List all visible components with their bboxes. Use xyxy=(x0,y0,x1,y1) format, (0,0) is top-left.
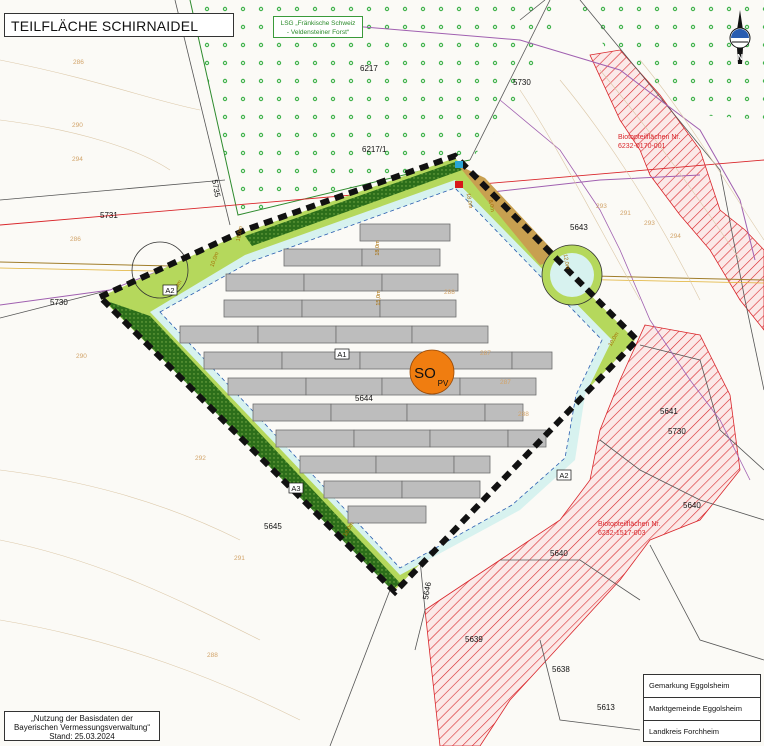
legend-landkreis: Landkreis Forchheim xyxy=(649,727,720,736)
contour-label: 293 xyxy=(596,203,607,210)
biotope-label-south-2: 6232-1517-003 xyxy=(598,530,646,537)
north-arrow-icon: N xyxy=(729,10,751,64)
contour-label: 290 xyxy=(76,353,87,360)
pv-panel xyxy=(361,248,441,267)
pv-panel xyxy=(223,299,303,318)
pv-panel xyxy=(330,403,408,422)
pv-panel xyxy=(359,223,451,242)
contour-label: 287 xyxy=(480,350,491,357)
lsg-line-1: LSG „Fränkische Schweiz xyxy=(280,20,356,27)
parcel-number: 6217/1 xyxy=(362,145,387,154)
contour-label: 294 xyxy=(72,156,83,163)
contour-label: 294 xyxy=(670,233,681,240)
contour-label: 292 xyxy=(195,455,206,462)
source-line-3: Stand: 25.03.2024 xyxy=(49,732,115,741)
pv-panel xyxy=(275,429,355,448)
parcel-number: 5644 xyxy=(355,394,373,403)
parcel-number: 5645 xyxy=(264,522,282,531)
pv-panel xyxy=(406,403,486,422)
zone-label: A2 xyxy=(559,471,568,480)
parcel-number: 5639 xyxy=(465,635,483,644)
parcel-number: 6217 xyxy=(360,64,378,73)
parcel-number: 5638 xyxy=(552,665,570,674)
marker-red xyxy=(455,181,463,188)
parcel-number: 5640 xyxy=(683,501,701,510)
parcel-number: 5731 xyxy=(100,211,118,220)
pv-panel xyxy=(379,299,457,318)
parcel-number: 5735 xyxy=(210,179,222,199)
site-plan-map: 10,0m18,0m15,0m10,0m10,0m18,0m8,0m12,0m1… xyxy=(0,0,764,746)
so-sub-label: PV xyxy=(438,379,449,388)
contour-label: 288 xyxy=(207,652,218,659)
parcel-number: 5730 xyxy=(513,78,531,87)
pv-panel xyxy=(511,351,553,370)
parcel-number: 5643 xyxy=(570,223,588,232)
source-line-2: Bayerischen Vermessungsverwaltung“ xyxy=(13,723,151,732)
zone-label: A1 xyxy=(337,350,346,359)
pv-panel xyxy=(303,273,383,292)
pv-panel xyxy=(411,325,489,344)
admin-legend: Gemarkung Eggolsheim Marktgemeinde Eggol… xyxy=(643,674,761,742)
contour-label: 288 xyxy=(444,289,455,296)
pv-panel xyxy=(305,377,383,396)
data-source-note: „Nutzung der Basisdaten der Bayerischen … xyxy=(4,711,160,741)
pv-panel xyxy=(252,403,332,422)
dimension-label: 15,0m xyxy=(376,290,382,306)
contour-label: 291 xyxy=(234,555,245,562)
pv-panel xyxy=(401,480,481,499)
dimension-label: 18,0m xyxy=(375,240,381,256)
contour-label: 286 xyxy=(70,236,81,243)
pv-panel xyxy=(323,480,403,499)
legend-gemarkung: Gemarkung Eggolsheim xyxy=(644,675,760,698)
biotope-label-north-1: Biotopteilflächen Nr. xyxy=(618,134,680,141)
contour-label: 291 xyxy=(620,210,631,217)
svg-text:N: N xyxy=(737,53,743,62)
pv-panel xyxy=(299,455,377,474)
pv-panel xyxy=(203,351,283,370)
map-title: TEILFLÄCHE SCHIRNAIDEL xyxy=(4,13,234,37)
pv-panel xyxy=(453,455,491,474)
forest-area xyxy=(190,0,560,215)
biotope-label-south-1: Biotopteilflächen Nr. xyxy=(598,521,660,528)
pv-panel xyxy=(353,429,431,448)
legend-gemeinde: Marktgemeinde Eggolsheim xyxy=(644,698,760,721)
pv-panel xyxy=(179,325,259,344)
pv-panel xyxy=(335,325,413,344)
parcel-number: 5641 xyxy=(660,407,678,416)
pv-panel xyxy=(459,377,537,396)
pv-panel xyxy=(227,377,307,396)
so-label: SO xyxy=(414,365,436,382)
parcel-number: 5730 xyxy=(50,298,68,307)
pv-panel xyxy=(375,455,455,474)
pv-panel xyxy=(347,505,427,524)
pv-panel xyxy=(225,273,305,292)
pv-panel xyxy=(301,299,381,318)
contour-label: 293 xyxy=(644,220,655,227)
parcel-number: 5613 xyxy=(597,703,615,712)
source-line-1: „Nutzung der Basisdaten der xyxy=(31,714,133,723)
contour-label: 288 xyxy=(518,411,529,418)
pv-panel xyxy=(257,325,337,344)
zone-label: A2 xyxy=(165,286,174,295)
pv-panel xyxy=(429,429,509,448)
zone-label: A3 xyxy=(291,484,300,493)
contour-label: 290 xyxy=(72,122,83,129)
parcel-number: 5640 xyxy=(550,549,568,558)
lsg-line-2: - Veldensteiner Forst“ xyxy=(286,29,350,36)
contour-label: 286 xyxy=(73,59,84,66)
biotope-label-north-2: 6232-0170-001 xyxy=(618,143,666,150)
parcel-number: 5646 xyxy=(421,581,433,601)
parcel-number: 5730 xyxy=(668,427,686,436)
lsg-label: LSG „Fränkische Schweiz - Veldensteiner … xyxy=(273,16,363,38)
contour-label: 287 xyxy=(500,379,511,386)
pv-panel xyxy=(283,248,363,267)
